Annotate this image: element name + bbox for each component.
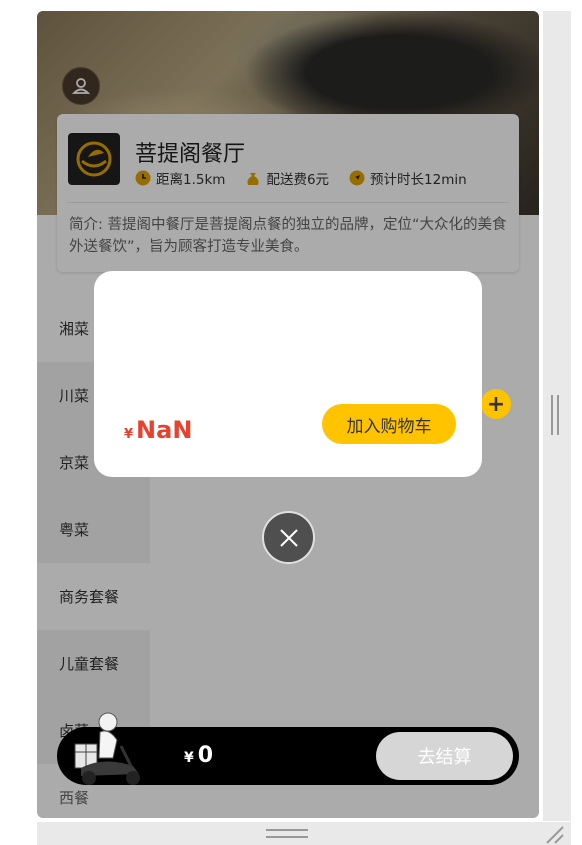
cart-total-value: 0 (197, 743, 214, 768)
add-to-cart-button[interactable]: 加入购物车 (322, 404, 456, 444)
add-dish-button[interactable]: + (481, 389, 511, 419)
delivery-rider-icon[interactable] (73, 708, 153, 788)
vertical-resize-handle[interactable] (551, 395, 559, 435)
plus-icon: + (486, 391, 506, 417)
resize-corner-icon[interactable] (545, 825, 565, 845)
horizontal-resize-handle[interactable] (266, 829, 308, 838)
close-modal-button[interactable] (262, 511, 315, 564)
cart-total: ¥0 (184, 743, 213, 768)
dish-price-value: NaN (136, 416, 193, 444)
dish-price: ¥ NaN (124, 416, 192, 444)
dish-modal: ¥ NaN 加入购物车 (94, 271, 482, 477)
dish-currency: ¥ (124, 427, 134, 442)
checkout-button[interactable]: 去结算 (376, 732, 513, 780)
cart-currency: ¥ (184, 750, 194, 766)
close-icon (279, 528, 298, 547)
